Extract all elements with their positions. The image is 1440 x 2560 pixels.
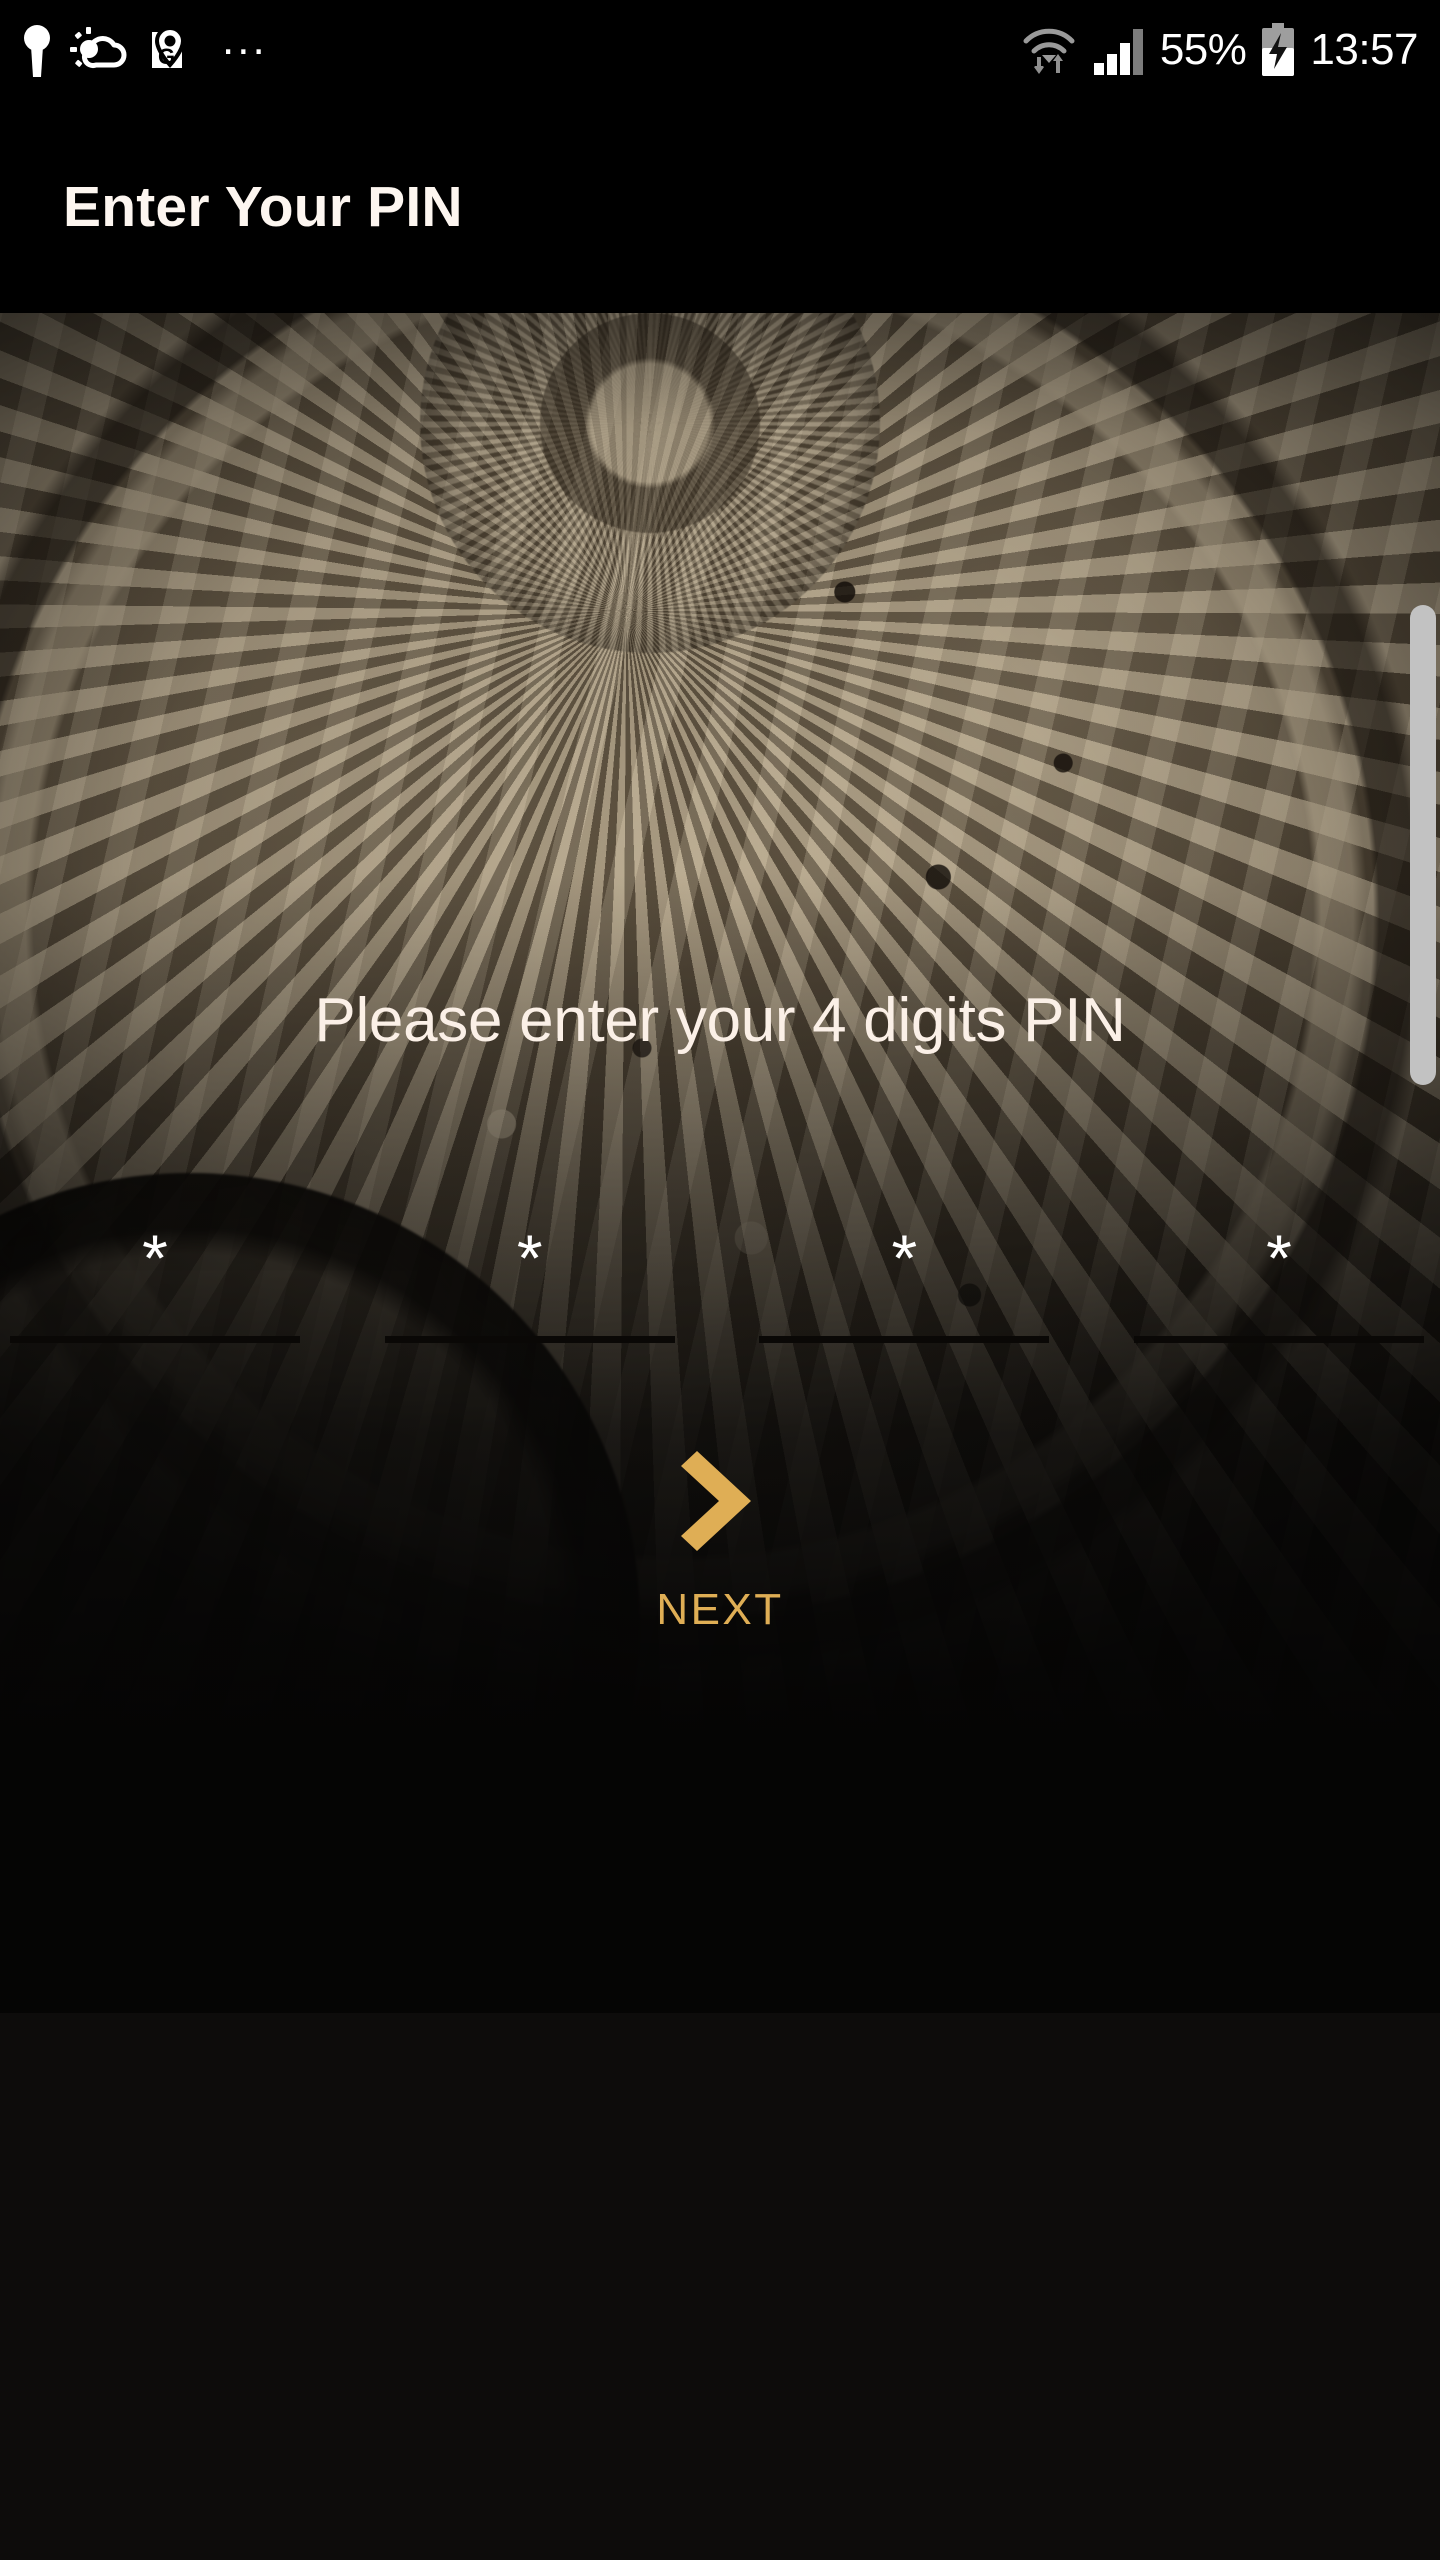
pin-input-row: * * * *: [0, 1203, 1440, 1353]
maps-pin-icon: G: [152, 25, 186, 69]
status-bar-left-icons: G ...: [0, 14, 268, 78]
pin-digit-1-underline: [10, 1336, 300, 1343]
next-button-label: NEXT: [656, 1585, 784, 1634]
clock-label: 13:57: [1310, 25, 1418, 74]
battery-charging-icon: [1262, 23, 1295, 76]
pin-digit-4-value: *: [1266, 1221, 1292, 1295]
pin-digit-3-field[interactable]: *: [759, 1203, 1055, 1353]
pin-digit-3-value: *: [891, 1221, 918, 1295]
pin-digit-1-value: *: [142, 1221, 168, 1295]
wifi-data-transfer-icon: [1023, 28, 1075, 74]
next-button[interactable]: NEXT: [0, 1443, 1440, 1635]
chevron-right-icon: [681, 1451, 751, 1551]
phone-screen: G ... 55% 13:57 Enter Your PIN Please en…: [0, 0, 1440, 2560]
cellular-signal-icon: [1093, 29, 1143, 75]
pin-prompt-label: Please enter your 4 digits PIN: [314, 986, 1126, 1055]
weather-sun-cloud-icon: [70, 27, 127, 69]
page-title: Enter Your PIN: [63, 174, 463, 239]
svg-text:G: G: [158, 44, 175, 69]
keyhole-icon: [24, 25, 50, 77]
notification-overflow-icon: ...: [222, 14, 268, 64]
pin-digit-1-field[interactable]: *: [10, 1203, 306, 1353]
vertical-scrollbar-thumb[interactable]: [1410, 605, 1436, 1085]
pin-digit-2-underline: [384, 1336, 675, 1343]
pin-digit-2-field[interactable]: *: [384, 1203, 681, 1353]
pin-entry-content: Please enter your 4 digits PIN * * * * N…: [0, 313, 1440, 2013]
pin-digit-4-field[interactable]: *: [1133, 1203, 1430, 1353]
status-bar: G ... 55% 13:57: [0, 0, 1440, 100]
pin-digit-2-value: *: [516, 1221, 543, 1295]
battery-percent-label: 55%: [1159, 25, 1247, 74]
app-title-bar: Enter Your PIN: [0, 100, 1440, 313]
pin-digit-3-underline: [759, 1336, 1050, 1343]
status-bar-right-icons: 55% 13:57: [1020, 0, 1418, 100]
pin-digit-4-underline: [1133, 1336, 1424, 1343]
